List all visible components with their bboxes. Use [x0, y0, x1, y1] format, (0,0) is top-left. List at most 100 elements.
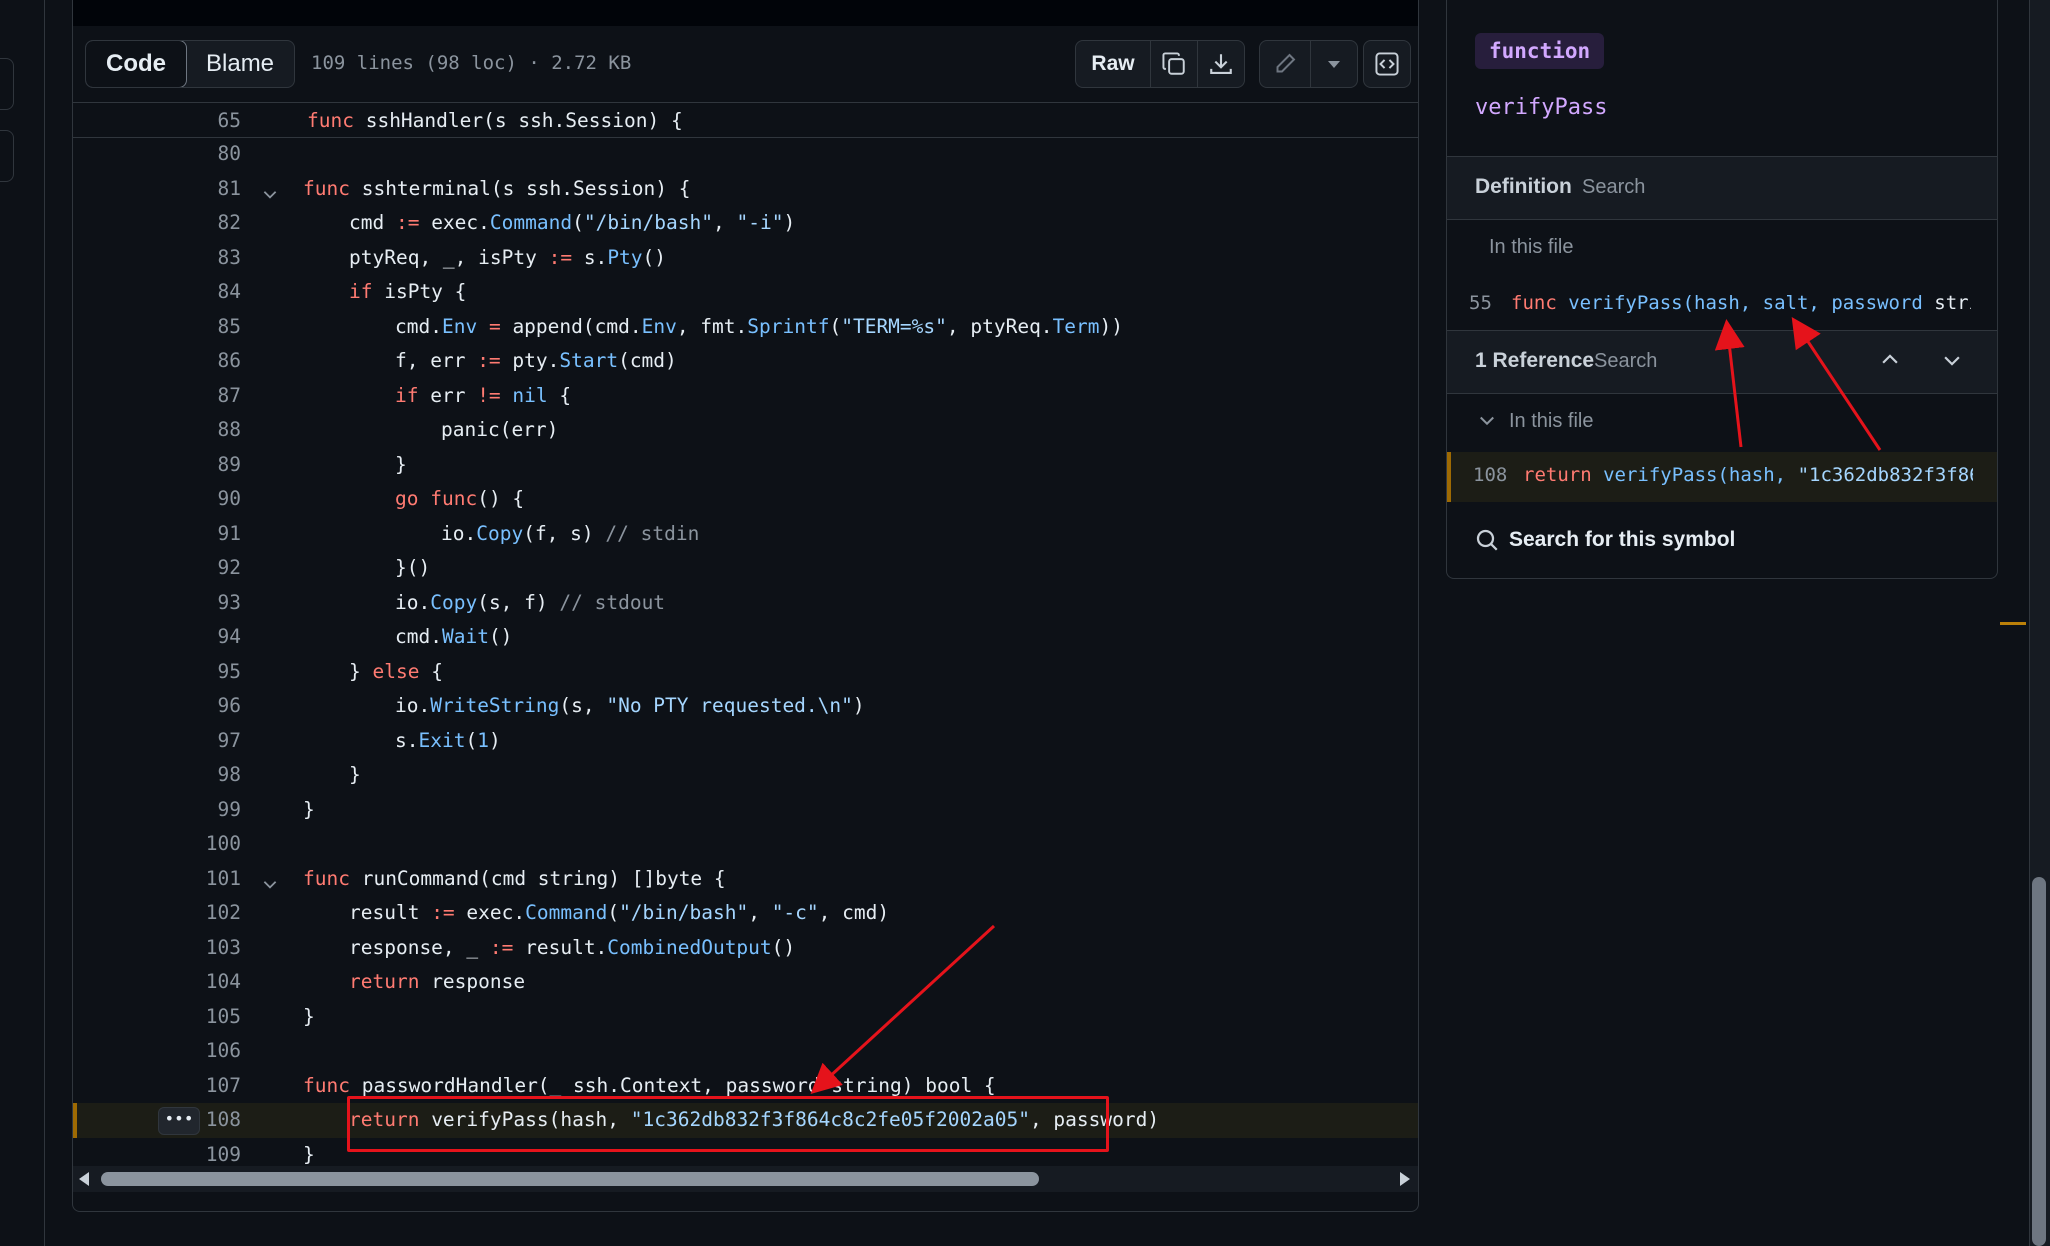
code-line[interactable]: 96 io.WriteString(s, "No PTY requested.\n…: [73, 689, 1418, 724]
definition-search-link[interactable]: Search: [1582, 176, 1645, 199]
code-line[interactable]: 89}: [73, 448, 1418, 483]
definition-result-row[interactable]: 55 func verifyPass(hash, salt, password s…: [1447, 290, 1997, 320]
line-code: io.Copy(f, s) // stdin: [441, 517, 699, 552]
line-number[interactable]: 84: [149, 275, 241, 310]
code-line[interactable]: 93 io.Copy(s, f) // stdout: [73, 586, 1418, 621]
line-number[interactable]: 100: [149, 827, 241, 862]
sticky-line-number: 65: [217, 109, 241, 132]
code-token: }: [303, 1004, 315, 1028]
code-line[interactable]: 88 panic(err): [73, 413, 1418, 448]
horizontal-scrollbar[interactable]: [73, 1166, 1418, 1192]
line-code: cmd.Wait(): [395, 620, 512, 655]
code-line[interactable]: 84 if isPty {: [73, 275, 1418, 310]
copy-raw-button[interactable]: [1150, 41, 1197, 87]
line-number[interactable]: 86: [149, 344, 241, 379]
symbols-panel-toggle[interactable]: [1364, 41, 1410, 87]
code-token: ): [852, 694, 865, 717]
code-line[interactable]: 92}(): [73, 551, 1418, 586]
previous-reference-button[interactable]: [1879, 349, 1901, 376]
download-button[interactable]: [1197, 41, 1244, 87]
code-token: , cmd): [818, 901, 890, 924]
vertical-scrollbar[interactable]: [2029, 0, 2050, 1246]
code-line[interactable]: 106: [73, 1034, 1418, 1069]
code-line[interactable]: 101 func runCommand(cmd string) []byte {: [73, 862, 1418, 897]
line-number[interactable]: 98: [149, 758, 241, 793]
edit-button[interactable]: [1260, 41, 1310, 87]
scroll-left-arrow-icon[interactable]: [79, 1172, 89, 1186]
search-for-symbol-button[interactable]: Search for this symbol: [1475, 528, 1735, 552]
line-number[interactable]: 80: [149, 137, 241, 172]
line-number[interactable]: 92: [149, 551, 241, 586]
code-line[interactable]: 104 return response: [73, 965, 1418, 1000]
code-token: Exit: [418, 728, 466, 752]
sidebar-collapse-tab[interactable]: [0, 58, 14, 110]
fold-chevron-icon[interactable]: [261, 180, 279, 199]
code-token: err: [418, 383, 478, 407]
code-line[interactable]: 103 response, _ := result.CombinedOutput(…: [73, 931, 1418, 966]
line-number[interactable]: 82: [149, 206, 241, 241]
line-number[interactable]: 106: [149, 1034, 241, 1069]
line-number[interactable]: 99: [149, 793, 241, 828]
code-line[interactable]: 83 ptyReq, _, isPty := s.Pty(): [73, 241, 1418, 276]
edit-dropdown-button[interactable]: [1310, 41, 1357, 87]
code-line[interactable]: 85 cmd.Env = append(cmd.Env, fmt.Sprintf(…: [73, 310, 1418, 345]
line-number[interactable]: 102: [149, 896, 241, 931]
vertical-scroll-thumb[interactable]: [2032, 877, 2046, 1246]
code-line[interactable]: 90 go func() {: [73, 482, 1418, 517]
reference-result-row[interactable]: 108 return verifyPass(hash, "1c362db832f3…: [1447, 452, 1997, 502]
code-line[interactable]: 80: [73, 137, 1418, 172]
sidebar-tab[interactable]: [0, 130, 14, 182]
annotation-highlight-box: [347, 1096, 1109, 1152]
line-number[interactable]: 105: [149, 1000, 241, 1035]
line-number[interactable]: 95: [149, 655, 241, 690]
raw-button[interactable]: Raw: [1076, 41, 1150, 87]
line-number[interactable]: 89: [149, 448, 241, 483]
next-reference-button[interactable]: [1941, 349, 1963, 376]
fold-chevron-icon[interactable]: [261, 870, 279, 889]
line-number[interactable]: 107: [149, 1069, 241, 1104]
code-line[interactable]: 81 func sshterminal(s ssh.Session) {: [73, 172, 1418, 207]
line-number[interactable]: 103: [149, 931, 241, 966]
symbol-name: verifyPass: [1475, 95, 1608, 120]
code-line[interactable]: 82 cmd := exec.Command("/bin/bash", "-i"): [73, 206, 1418, 241]
code-line[interactable]: 100: [73, 827, 1418, 862]
code-token: (: [572, 211, 584, 234]
line-number[interactable]: 104: [149, 965, 241, 1000]
code-line[interactable]: 98}: [73, 758, 1418, 793]
code-token: func: [1511, 292, 1557, 314]
line-number[interactable]: 101: [149, 862, 241, 897]
code-line[interactable]: 86 f, err := pty.Start(cmd): [73, 344, 1418, 379]
code-line[interactable]: 95} else {: [73, 655, 1418, 690]
tab-code[interactable]: Code: [86, 41, 187, 87]
line-number[interactable]: 97: [149, 724, 241, 759]
code-token: "-i": [736, 211, 784, 234]
scroll-right-arrow-icon[interactable]: [1400, 1172, 1410, 1186]
tab-blame[interactable]: Blame: [186, 41, 294, 87]
line-number[interactable]: 108: [149, 1103, 241, 1138]
code-line[interactable]: 87 if err != nil {: [73, 379, 1418, 414]
sticky-function-header[interactable]: 65 func sshHandler(s ssh.Session) {: [73, 103, 1418, 138]
code-line[interactable]: 99}: [73, 793, 1418, 828]
line-number[interactable]: 90: [149, 482, 241, 517]
code-line[interactable]: 91 io.Copy(f, s) // stdin: [73, 517, 1418, 552]
scroll-position-marker: [2000, 622, 2026, 625]
line-number[interactable]: 91: [149, 517, 241, 552]
reference-scope-toggle[interactable]: [1477, 410, 1497, 435]
line-number[interactable]: 94: [149, 620, 241, 655]
line-number[interactable]: 87: [149, 379, 241, 414]
code-line[interactable]: 105}: [73, 1000, 1418, 1035]
code-line[interactable]: 94 cmd.Wait(): [73, 620, 1418, 655]
code-line[interactable]: 97 s.Exit(1): [73, 724, 1418, 759]
line-number[interactable]: 83: [149, 241, 241, 276]
line-number[interactable]: 93: [149, 586, 241, 621]
code-token: func: [303, 1073, 350, 1097]
line-number[interactable]: 81: [149, 172, 241, 207]
horizontal-scroll-thumb[interactable]: [101, 1172, 1039, 1186]
reference-search-link[interactable]: Search: [1594, 350, 1657, 373]
code-line[interactable]: 102 result := exec.Command("/bin/bash", "…: [73, 896, 1418, 931]
line-number[interactable]: 96: [149, 689, 241, 724]
line-number[interactable]: 85: [149, 310, 241, 345]
line-number[interactable]: 88: [149, 413, 241, 448]
